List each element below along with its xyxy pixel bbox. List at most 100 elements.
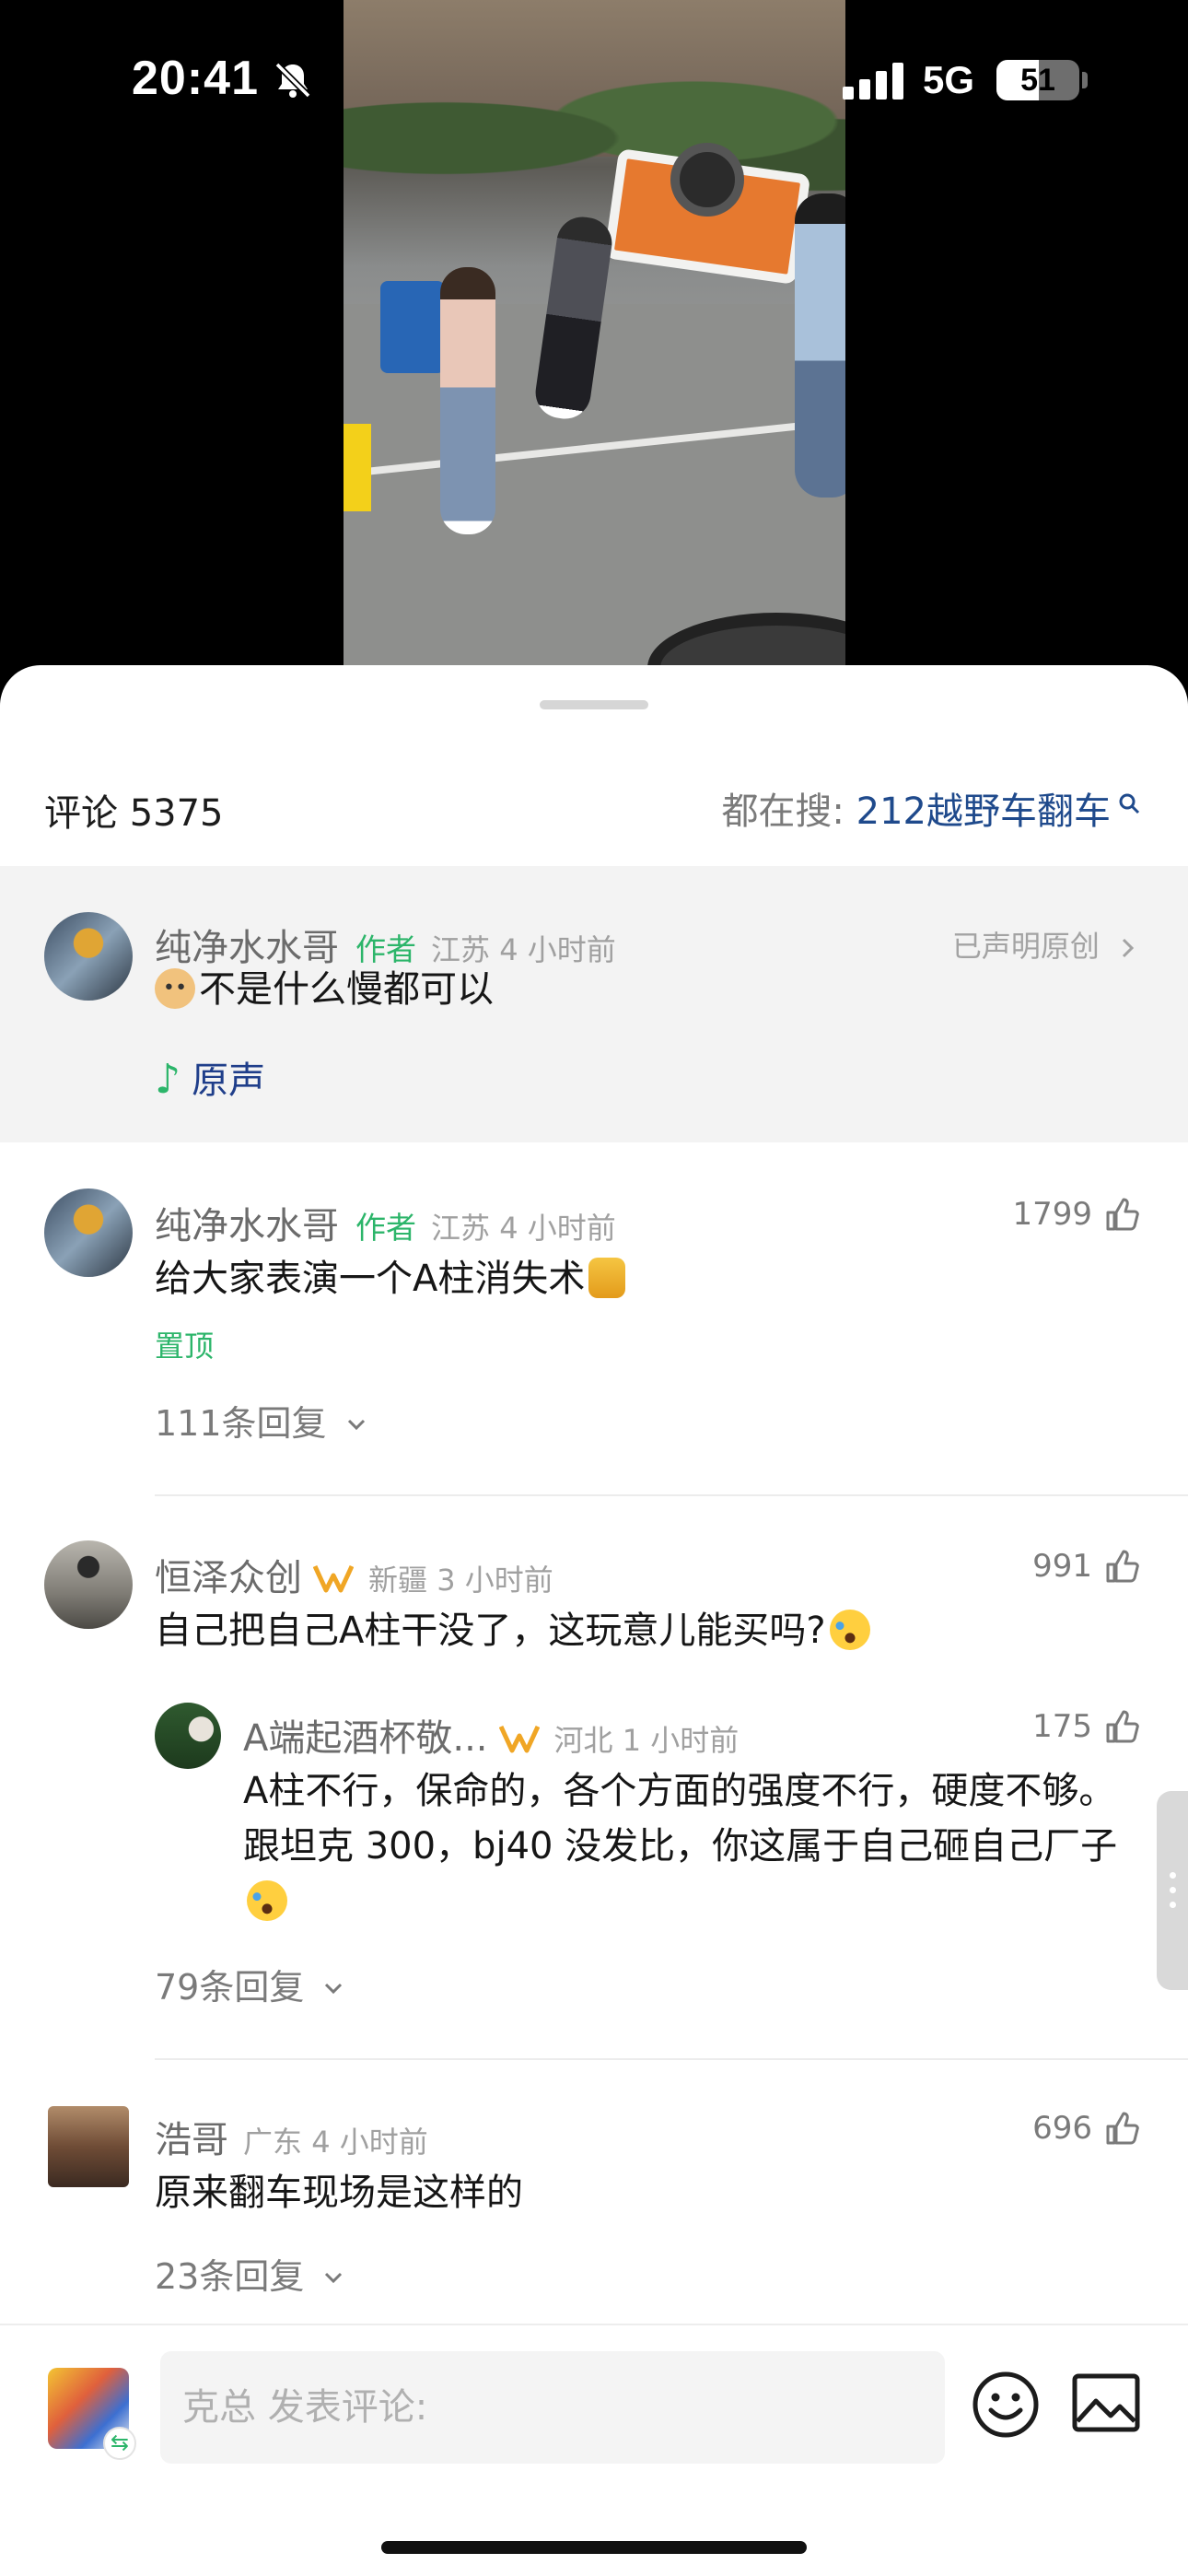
reply-count: 111条回复 — [155, 1403, 327, 1444]
comment-header: 纯净水水哥 作者 江苏 4 小时前 — [155, 1196, 616, 1249]
chevron-down-icon — [325, 1983, 343, 1995]
comment-divider — [155, 2058, 1188, 2060]
like-button[interactable]: 175 — [1032, 1708, 1140, 1745]
status-time: 20:41 — [132, 52, 259, 105]
timestamp: 1 小时前 — [622, 1723, 740, 1758]
timestamp: 4 小时前 — [499, 932, 616, 967]
pray-emoji-icon — [588, 1258, 626, 1298]
sheet-drag-handle[interactable] — [540, 700, 648, 709]
image-icon[interactable] — [1072, 2373, 1140, 2432]
search-icon — [1119, 793, 1140, 814]
video-cone — [344, 424, 371, 511]
avatar[interactable] — [44, 912, 133, 1001]
trending-search-link[interactable]: 都在搜: 212越野车翻车 — [721, 781, 1140, 835]
comment-text: 给大家表演一个A柱消失术 — [155, 1251, 626, 1306]
comment-text-content: 原来翻车现场是这样的 — [155, 2172, 523, 2214]
laugh-cry-emoji-icon — [247, 1880, 287, 1921]
like-button[interactable]: 991 — [1032, 1548, 1140, 1585]
location: 广东 — [243, 2125, 303, 2160]
username[interactable]: 浩哥 — [155, 2119, 228, 2161]
thumb-up-icon — [1106, 1550, 1139, 1583]
avatar[interactable] — [48, 2106, 129, 2187]
battery-level: 51 — [1020, 63, 1055, 98]
comment-composer-bar: ⇆ — [0, 2324, 1188, 2576]
location-time: 广东 4 小时前 — [243, 2125, 428, 2160]
like-button[interactable]: 1799 — [1012, 1196, 1140, 1233]
thumb-up-icon — [1106, 1710, 1139, 1743]
comment-divider — [155, 1494, 1188, 1496]
trending-search-keyword: 212越野车翻车 — [856, 790, 1111, 833]
reply-count: 79条回复 — [155, 1967, 305, 2008]
reply-header: A端起酒杯敬... 河北 1 小时前 — [243, 1708, 739, 1762]
like-button[interactable]: 696 — [1032, 2110, 1140, 2147]
battery-tip — [1082, 72, 1088, 88]
expand-replies-button[interactable]: 111条回复 — [155, 1395, 369, 1446]
author-description-block: 纯净水水哥 作者 江苏 4 小时前 已声明原创 不是什么慢都可以 ♪ 原声 — [0, 866, 1188, 1142]
declared-original-link[interactable]: 已声明原创 — [952, 923, 1140, 966]
home-indicator[interactable] — [381, 2541, 807, 2554]
location-time: 江苏 4 小时前 — [431, 1211, 616, 1246]
sound-label: 原声 — [192, 1060, 266, 1102]
location-time: 河北 1 小时前 — [554, 1723, 740, 1758]
timestamp: 4 小时前 — [499, 1211, 616, 1246]
chevron-down-icon — [347, 1419, 365, 1431]
comment-count-title: 评论 5375 — [44, 792, 224, 835]
scroll-handle[interactable] — [1157, 1791, 1188, 1990]
vip-badge-icon — [313, 1564, 354, 1593]
declared-original-label: 已声明原创 — [951, 929, 1100, 964]
username[interactable]: A端起酒杯敬... — [243, 1717, 488, 1760]
expand-replies-button[interactable]: 79条回复 — [155, 1959, 346, 2009]
laugh-cry-emoji-icon — [829, 1610, 870, 1650]
battery-indicator: 51 — [996, 60, 1079, 100]
music-note-icon: ♪ — [155, 1056, 181, 1103]
like-count: 175 — [1032, 1708, 1092, 1745]
location: 新疆 — [368, 1563, 428, 1598]
comment-header: 浩哥 广东 4 小时前 — [155, 2110, 428, 2163]
expand-replies-button[interactable]: 23条回复 — [155, 2248, 346, 2299]
avatar[interactable] — [155, 1703, 221, 1769]
avatar[interactable] — [44, 1540, 133, 1629]
comment-text: 原来翻车现场是这样的 — [155, 2165, 523, 2220]
pinned-tag: 置顶 — [155, 1329, 215, 1364]
emoji-icon[interactable] — [971, 2370, 1041, 2440]
video-person — [795, 193, 845, 498]
original-sound-link[interactable]: ♪ 原声 — [155, 1050, 265, 1104]
video-wheel — [670, 143, 744, 217]
comment-text: 自己把自己A柱干没了，这玩意儿能买吗? — [155, 1603, 870, 1658]
thumb-up-icon — [1106, 1198, 1139, 1231]
vip-badge-icon — [498, 1725, 540, 1753]
network-type: 5G — [923, 58, 975, 101]
comment-text: 不是什么慢都可以 — [155, 962, 494, 1017]
username[interactable]: 恒泽众创 — [155, 1557, 302, 1599]
location: 河北 — [553, 1723, 613, 1758]
author-badge: 作者 — [355, 1210, 416, 1246]
avatar[interactable] — [44, 1188, 133, 1277]
comment-text-content: 给大家表演一个A柱消失术 — [155, 1258, 586, 1300]
like-count: 1799 — [1012, 1196, 1092, 1233]
location: 江苏 — [431, 1211, 491, 1246]
reply-text-content: A柱不行，保命的，各个方面的强度不行，硬度不够。跟坦克 300，bj40 没发比… — [243, 1770, 1118, 1868]
chevron-right-icon — [1122, 938, 1135, 958]
bell-slash-icon — [274, 62, 311, 99]
video-barrel — [380, 281, 445, 373]
comment-header: 恒泽众创 新疆 3 小时前 — [155, 1548, 553, 1601]
location-time: 新疆 3 小时前 — [368, 1563, 553, 1598]
timestamp: 3 小时前 — [437, 1563, 553, 1598]
comment-text-content: 自己把自己A柱干没了，这玩意儿能买吗? — [155, 1610, 826, 1652]
dog-emoji-icon — [155, 968, 195, 1009]
timestamp: 4 小时前 — [311, 2125, 428, 2160]
thumb-up-icon — [1106, 2112, 1139, 2145]
like-count: 696 — [1032, 2110, 1092, 2147]
signal-icon — [843, 63, 903, 100]
comment-input[interactable] — [160, 2351, 945, 2464]
swap-icon[interactable]: ⇆ — [103, 2427, 136, 2460]
chevron-down-icon — [325, 2272, 343, 2284]
reply-text: A柱不行，保命的，各个方面的强度不行，硬度不够。跟坦克 300，bj40 没发比… — [243, 1763, 1146, 1929]
video-person — [440, 267, 495, 534]
username[interactable]: 纯净水水哥 — [155, 1205, 339, 1247]
trending-search-prefix: 都在搜: — [721, 790, 856, 833]
comment-sheet: 评论 5375 都在搜: 212越野车翻车 纯净水水哥 作者 江苏 4 小时前 已声… — [0, 665, 1188, 2576]
video-player[interactable] — [344, 0, 845, 668]
like-count: 991 — [1032, 1548, 1092, 1585]
comment-text-content: 不是什么慢都可以 — [199, 968, 494, 1011]
